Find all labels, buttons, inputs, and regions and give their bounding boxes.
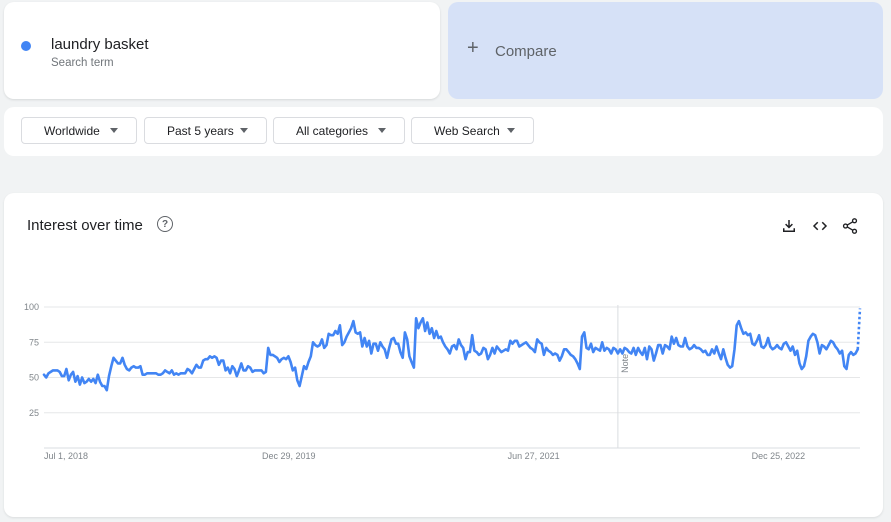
y-tick-label: 50 (29, 373, 39, 383)
compare-button[interactable]: + Compare (448, 2, 883, 99)
y-tick-label: 25 (29, 408, 39, 418)
search-term-subtitle: Search term (51, 57, 114, 69)
compare-label: Compare (495, 43, 557, 60)
interest-line-chart: 100 75 50 25 Jul 1, 2018 Dec 29, 2019 Jun 27, … (24, 302, 862, 461)
search-term-name[interactable]: laundry basket (51, 36, 149, 53)
note-label: Note (620, 354, 630, 373)
search-type-dropdown-label: Web Search (434, 123, 500, 138)
category-dropdown[interactable]: All categories (273, 117, 405, 144)
time-range-dropdown[interactable]: Past 5 years (144, 117, 267, 144)
y-tick-label: 75 (29, 337, 39, 347)
plus-icon: + (467, 37, 479, 59)
caret-down-icon (240, 128, 248, 133)
term-color-dot (21, 41, 31, 51)
category-dropdown-label: All categories (296, 123, 369, 138)
caret-down-icon (378, 128, 386, 133)
x-tick-label: Jul 1, 2018 (44, 451, 88, 461)
search-type-dropdown[interactable]: Web Search (411, 117, 534, 144)
region-dropdown-label: Worldwide (44, 123, 100, 138)
search-term-card[interactable]: laundry basket Search term (4, 2, 440, 99)
x-tick-label: Jun 27, 2021 (508, 451, 560, 461)
y-tick-label: 100 (24, 302, 39, 312)
time-range-dropdown-label: Past 5 years (167, 123, 234, 138)
interest-over-time-card: Interest over time ? 100 75 50 25 Jul 1, 201… (4, 193, 883, 517)
x-tick-label: Dec 29, 2019 (262, 451, 316, 461)
partial-data-segment (856, 308, 862, 350)
x-tick-label: Dec 25, 2022 (752, 451, 806, 461)
caret-down-icon (507, 128, 515, 133)
filter-bar: Worldwide Past 5 years All categories We… (4, 107, 883, 156)
caret-down-icon (110, 128, 118, 133)
region-dropdown[interactable]: Worldwide (21, 117, 137, 144)
series-line-laundry-basket (42, 317, 860, 392)
